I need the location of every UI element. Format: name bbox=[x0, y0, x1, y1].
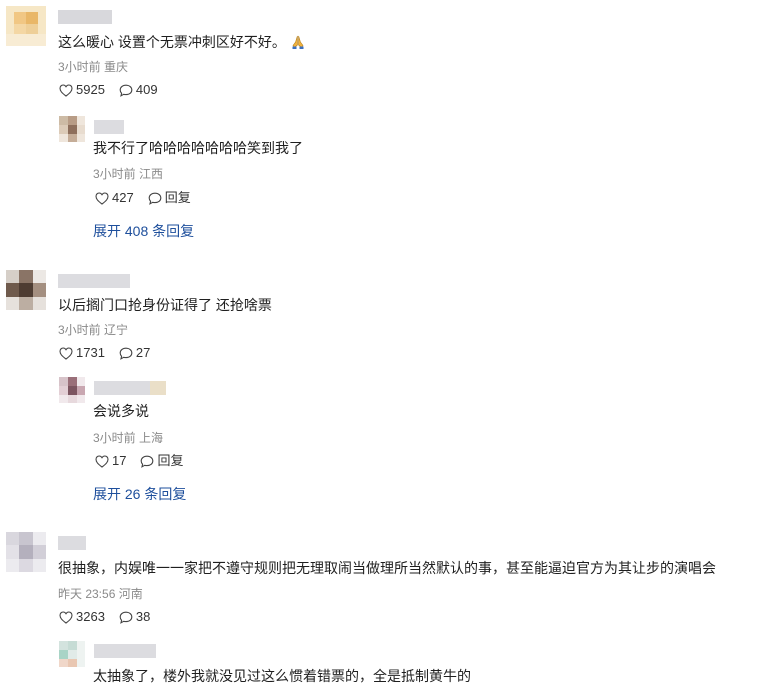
reply-actions: 17 回复 bbox=[95, 453, 183, 469]
timestamp: 3小时前 bbox=[93, 431, 136, 445]
comment-bubble-icon bbox=[119, 347, 133, 360]
like-count: 427 bbox=[112, 190, 134, 205]
comment-meta: 3小时前 重庆 bbox=[58, 59, 128, 75]
reply-username[interactable] bbox=[94, 644, 156, 658]
expand-replies-link[interactable]: 展开 408 条回复 bbox=[93, 222, 194, 240]
pray-icon bbox=[290, 34, 306, 50]
like-button[interactable]: 5925 bbox=[59, 82, 105, 98]
timestamp: 3小时前 bbox=[58, 323, 101, 337]
reply-button[interactable]: 27 bbox=[119, 345, 150, 361]
heart-icon bbox=[59, 610, 73, 624]
reply-text: 太抽象了，楼外我就没见过这么惯着错票的，全是抵制黄牛的 bbox=[93, 668, 471, 684]
like-count: 17 bbox=[112, 453, 127, 468]
comment-bubble-icon bbox=[148, 192, 162, 205]
location: 重庆 bbox=[104, 60, 129, 74]
reply-text: 我不行了哈哈哈哈哈哈哈笑到我了 bbox=[93, 140, 303, 156]
reply-button[interactable]: 回复 bbox=[140, 453, 183, 469]
like-count: 5925 bbox=[76, 82, 105, 97]
username[interactable] bbox=[58, 10, 112, 24]
reply-count: 38 bbox=[135, 609, 151, 624]
comment-text: 以后搁门口抢身份证得了 还抢啥票 bbox=[58, 297, 272, 313]
comment-bubble-icon bbox=[119, 611, 133, 624]
comment-actions: 1731 27 bbox=[59, 345, 150, 361]
reply-avatar[interactable] bbox=[59, 116, 85, 142]
timestamp: 3小时前 bbox=[93, 167, 136, 181]
reply-count: 27 bbox=[135, 345, 151, 360]
location: 上海 bbox=[139, 431, 164, 445]
heart-icon bbox=[95, 454, 109, 468]
location: 辽宁 bbox=[104, 323, 129, 337]
avatar[interactable] bbox=[6, 532, 46, 572]
like-count: 3263 bbox=[76, 609, 105, 624]
comment-text: 这么暖心 设置个无票冲刺区好不好。 bbox=[58, 33, 306, 51]
reply-username[interactable] bbox=[94, 381, 166, 395]
comment-text: 很抽象，内娱唯一一家把不遵守规则把无理取闹当做理所当然默认的事，甚至能逼迫官方为… bbox=[58, 560, 716, 576]
location: 河南 bbox=[118, 587, 143, 601]
reply-count: 409 bbox=[135, 82, 158, 97]
like-button[interactable]: 1731 bbox=[59, 345, 105, 361]
reply-meta: 3小时前 江西 bbox=[93, 166, 163, 182]
expand-replies-link[interactable]: 展开 26 条回复 bbox=[93, 485, 186, 503]
like-count: 1731 bbox=[76, 345, 105, 360]
reply-meta: 3小时前 上海 bbox=[93, 430, 163, 446]
reply-button[interactable]: 回复 bbox=[148, 190, 191, 206]
reply-label: 回复 bbox=[164, 190, 191, 205]
comment-meta: 3小时前 辽宁 bbox=[58, 322, 128, 338]
like-button[interactable]: 17 bbox=[95, 453, 126, 469]
timestamp: 昨天 23:56 bbox=[58, 587, 116, 601]
location: 江西 bbox=[139, 167, 164, 181]
avatar[interactable] bbox=[6, 270, 46, 310]
reply-text: 会说多说 bbox=[93, 403, 149, 419]
timestamp: 3小时前 bbox=[58, 60, 101, 74]
comment-actions: 5925 409 bbox=[59, 82, 158, 98]
comment-actions: 3263 38 bbox=[59, 609, 150, 625]
reply-button[interactable]: 38 bbox=[119, 609, 150, 625]
heart-icon bbox=[95, 191, 109, 205]
reply-actions: 427 回复 bbox=[95, 190, 191, 206]
username[interactable] bbox=[58, 274, 130, 288]
reply-button[interactable]: 409 bbox=[119, 82, 158, 98]
avatar[interactable] bbox=[6, 6, 46, 46]
comment-meta: 昨天 23:56 河南 bbox=[58, 586, 143, 602]
reply-avatar[interactable] bbox=[59, 641, 85, 667]
heart-icon bbox=[59, 346, 73, 360]
reply-username[interactable] bbox=[94, 120, 124, 134]
heart-icon bbox=[59, 83, 73, 97]
comment-bubble-icon bbox=[140, 455, 154, 468]
comment-bubble-icon bbox=[119, 84, 133, 97]
like-button[interactable]: 3263 bbox=[59, 609, 105, 625]
reply-label: 回复 bbox=[157, 453, 184, 468]
reply-avatar[interactable] bbox=[59, 377, 85, 403]
username[interactable] bbox=[58, 536, 86, 550]
like-button[interactable]: 427 bbox=[95, 190, 134, 206]
